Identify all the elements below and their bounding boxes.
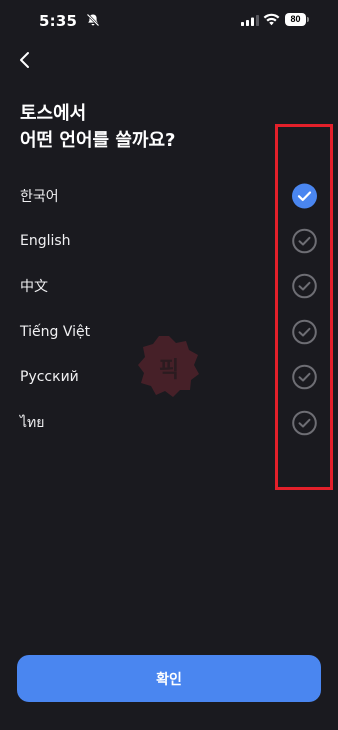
language-label: Русский bbox=[20, 369, 79, 386]
battery-indicator: 80 bbox=[285, 13, 306, 26]
battery-tip bbox=[307, 17, 309, 22]
check-circle-icon bbox=[292, 274, 317, 299]
check-circle-icon bbox=[292, 228, 317, 254]
language-label: 中文 bbox=[20, 279, 48, 296]
language-label: ไทย bbox=[20, 414, 45, 431]
language-label: Tiếng Việt bbox=[20, 323, 91, 340]
language-list: 한국어 English 中文 Tiếng Việt Русский ไทย bbox=[0, 173, 338, 445]
language-option-vietnamese[interactable]: Tiếng Việt bbox=[0, 309, 338, 354]
back-button[interactable] bbox=[12, 47, 38, 73]
cellular-signal-icon bbox=[241, 15, 259, 26]
chevron-left-icon bbox=[20, 52, 29, 68]
status-bar: 5:35 80 bbox=[0, 0, 338, 44]
check-circle-icon bbox=[292, 364, 317, 390]
bell-off-icon bbox=[86, 13, 100, 27]
language-option-russian[interactable]: Русский bbox=[0, 355, 338, 400]
check-circle-selected-icon bbox=[292, 183, 317, 209]
confirm-button[interactable]: 확인 bbox=[17, 655, 321, 702]
language-label: English bbox=[20, 233, 71, 250]
language-label: 한국어 bbox=[20, 188, 59, 205]
check-circle-icon bbox=[292, 410, 317, 435]
check-circle-icon bbox=[292, 319, 317, 345]
status-time: 5:35 bbox=[39, 12, 78, 30]
language-option-english[interactable]: English bbox=[0, 218, 338, 263]
language-option-thai[interactable]: ไทย bbox=[0, 400, 338, 445]
wifi-icon bbox=[263, 13, 280, 26]
page-title: 토스에서 어떤 언어를 쓸까요? bbox=[20, 100, 175, 154]
page-title-line1: 토스에서 bbox=[20, 103, 87, 124]
language-option-korean[interactable]: 한국어 bbox=[0, 173, 338, 218]
language-option-chinese[interactable]: 中文 bbox=[0, 264, 338, 309]
page-title-line2: 어떤 언어를 쓸까요? bbox=[20, 130, 176, 151]
